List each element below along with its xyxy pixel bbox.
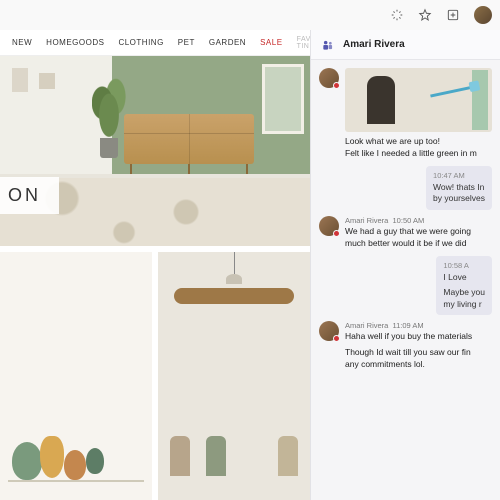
- message-text: any commitments lol.: [345, 359, 492, 371]
- reply-text: by yourselves: [433, 193, 485, 204]
- message-3: Amari Rivera 11:09 AM Haha well if you b…: [319, 321, 492, 371]
- status-busy-icon: [333, 335, 340, 342]
- message-text: We had a guy that we were going: [345, 226, 492, 238]
- message-text: Felt like I needed a little green in m: [345, 148, 492, 160]
- avatar[interactable]: [319, 321, 339, 341]
- tile-dining[interactable]: [158, 252, 310, 500]
- hero-banner[interactable]: ON: [0, 56, 310, 246]
- reply-text: Maybe you: [443, 287, 485, 298]
- timestamp: 10:47 AM: [433, 171, 485, 181]
- site-nav: NEW HOMEGOODS CLOTHING PET GARDEN SALE F…: [0, 30, 310, 56]
- profile-avatar[interactable]: [474, 6, 492, 24]
- message-text: Haha well if you buy the materials: [345, 331, 492, 343]
- chat-contact-name[interactable]: Amari Rivera: [343, 39, 405, 50]
- message-text: Look what we are up too!: [345, 136, 492, 148]
- message-1: Look what we are up too! Felt like I nee…: [319, 68, 492, 160]
- reply-text: my living r: [443, 299, 485, 310]
- avatar[interactable]: [319, 216, 339, 236]
- timestamp: 10:58 A: [443, 261, 485, 271]
- tile-vases[interactable]: [0, 252, 152, 500]
- avatar[interactable]: [319, 68, 339, 88]
- chat-header: Amari Rivera: [311, 30, 500, 60]
- content-row: NEW HOMEGOODS CLOTHING PET GARDEN SALE F…: [0, 30, 500, 500]
- nav-sale[interactable]: SALE: [260, 38, 282, 47]
- collections-icon[interactable]: [446, 8, 460, 22]
- message-image[interactable]: [345, 68, 492, 132]
- nav-pet[interactable]: PET: [178, 38, 195, 47]
- message-2: Amari Rivera 10:50 AM We had a guy that …: [319, 216, 492, 250]
- chat-body[interactable]: Look what we are up too! Felt like I nee…: [311, 60, 500, 500]
- nav-garden[interactable]: GARDEN: [209, 38, 246, 47]
- teams-chat-pane: Amari Rivera Look what we are up too! Fe…: [310, 30, 500, 500]
- reply-1: 10:47 AM Wow! thats In by yourselves: [426, 166, 492, 210]
- status-busy-icon: [333, 230, 340, 237]
- nav-homegoods[interactable]: HOMEGOODS: [46, 38, 104, 47]
- status-busy-icon: [333, 82, 340, 89]
- product-grid: [0, 246, 310, 500]
- browser-pane: NEW HOMEGOODS CLOTHING PET GARDEN SALE F…: [0, 30, 310, 500]
- message-meta: Amari Rivera 11:09 AM: [345, 321, 492, 330]
- hero-room-illustration: [0, 56, 310, 246]
- reply-text: I Love: [443, 272, 485, 283]
- hero-label: ON: [0, 177, 59, 214]
- message-text: Though Id wait till you saw our fin: [345, 347, 492, 359]
- message-meta: Amari Rivera 10:50 AM: [345, 216, 492, 225]
- nav-clothing[interactable]: CLOTHING: [118, 38, 163, 47]
- sparkle-icon[interactable]: [390, 8, 404, 22]
- nav-new[interactable]: NEW: [12, 38, 32, 47]
- nav-favorites[interactable]: FAVORITES TIN: [297, 36, 310, 50]
- reply-text: Wow! thats In: [433, 182, 485, 193]
- message-text: much better would it be if we did: [345, 238, 492, 250]
- browser-title-bar: [0, 0, 500, 30]
- favorite-star-icon[interactable]: [418, 8, 432, 22]
- teams-icon: [321, 38, 335, 52]
- reply-2: 10:58 A I Love Maybe you my living r: [436, 256, 492, 316]
